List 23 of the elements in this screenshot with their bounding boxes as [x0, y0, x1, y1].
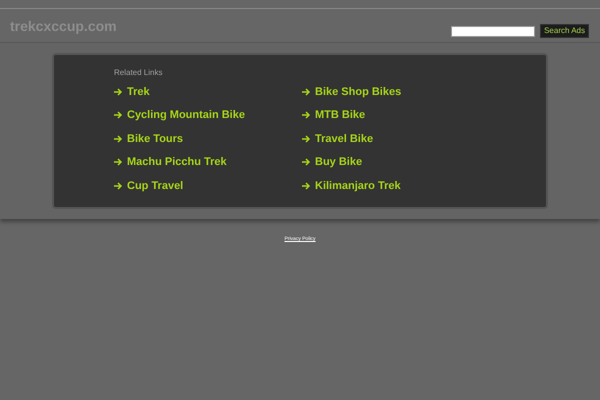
related-link[interactable]: Cup Travel: [127, 178, 184, 194]
arrow-icon: [114, 182, 123, 190]
related-links-heading: Related Links: [114, 67, 162, 79]
search-field[interactable]: [451, 26, 536, 36]
arrow-icon: [302, 158, 311, 166]
related-link[interactable]: Bike Tours: [127, 130, 184, 147]
arrow-icon: [302, 182, 311, 190]
search-button[interactable]: Search Ads: [540, 24, 589, 38]
arrow-icon: [114, 158, 123, 166]
arrow-icon: [114, 134, 123, 143]
related-link[interactable]: Cycling Mountain Bike: [127, 107, 245, 124]
related-link[interactable]: Buy Bike: [315, 154, 362, 170]
related-link[interactable]: Machu Picchu Trek: [127, 154, 227, 170]
arrow-icon: [302, 88, 311, 96]
related-link[interactable]: MTB Bike: [315, 107, 366, 124]
arrow-icon: [114, 111, 123, 120]
related-link[interactable]: Bike Shop Bikes: [315, 84, 402, 100]
arrow-icon: [302, 111, 311, 120]
related-link[interactable]: Trek: [127, 84, 150, 100]
related-link[interactable]: Travel Bike: [315, 130, 374, 147]
arrow-icon: [302, 134, 311, 143]
related-link[interactable]: Kilimanjaro Trek: [315, 178, 401, 194]
arrow-icon: [114, 88, 123, 96]
